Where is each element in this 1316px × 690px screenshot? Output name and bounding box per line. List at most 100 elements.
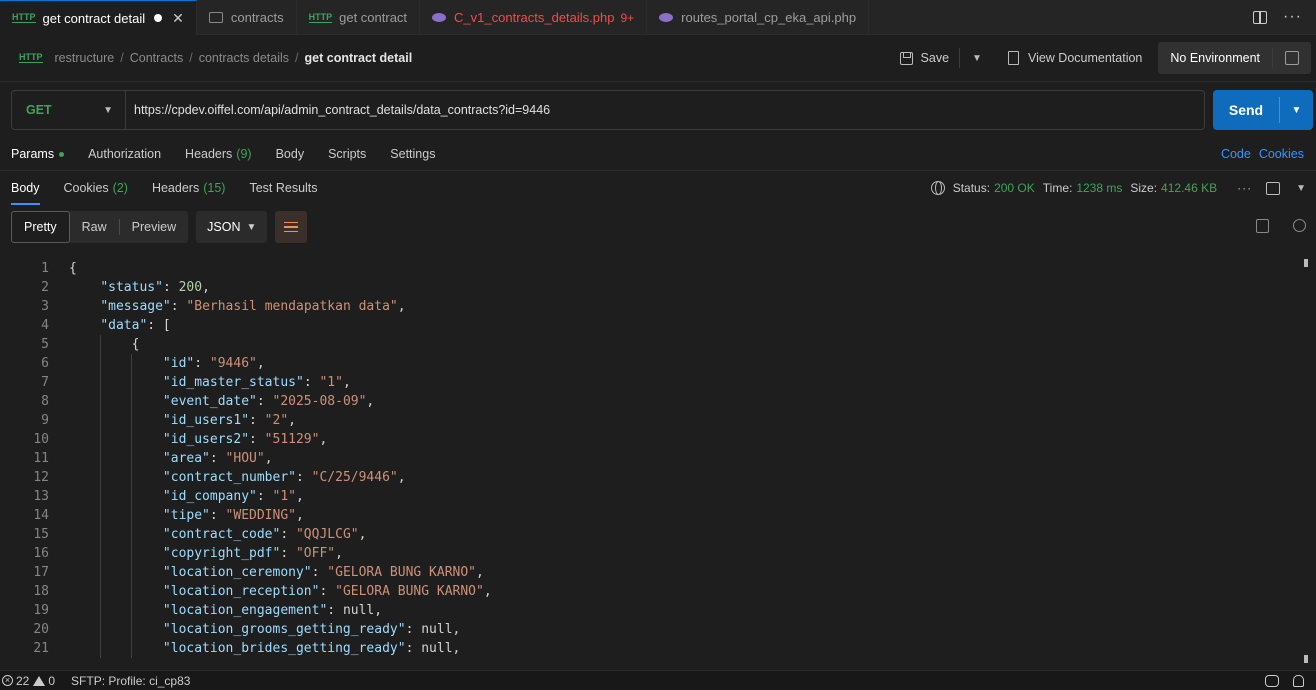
request-url-bar: GET ▼ xyxy=(11,90,1205,130)
status-value[interactable]: 200 OK xyxy=(994,181,1035,195)
tab-contracts[interactable]: contracts xyxy=(197,0,297,35)
time-value[interactable]: 1238 ms xyxy=(1076,181,1122,195)
line-number: 8 xyxy=(41,394,49,409)
send-options-chevron-down-icon[interactable]: ▼ xyxy=(1280,105,1313,116)
response-body-editor[interactable]: 1{2 "status": 200, 3 "message": "Berhasil… xyxy=(0,259,1316,663)
network-globe-icon[interactable] xyxy=(930,181,945,195)
json-punctuation: : xyxy=(280,546,296,561)
sftp-label: SFTP: Profile: ci_cp83 xyxy=(71,673,191,688)
json-punctuation: : xyxy=(405,641,422,656)
breadcrumb-item[interactable]: contracts details xyxy=(199,51,289,65)
collapse-chevron-down-icon[interactable]: ▼ xyxy=(1296,183,1306,194)
save-button[interactable]: Save xyxy=(890,51,960,65)
tab-authorization[interactable]: Authorization xyxy=(88,138,161,171)
environment-quick-look-icon[interactable] xyxy=(1285,51,1299,65)
format-select[interactable]: JSON ▼ xyxy=(196,211,268,243)
code-line: 12 "contract_number": "C/25/9446", xyxy=(0,468,1316,487)
problems-indicator[interactable]: × 22 0 xyxy=(2,674,55,688)
environment-selector[interactable]: No Environment xyxy=(1158,42,1311,74)
cookies-link[interactable]: Cookies xyxy=(1259,147,1304,161)
pretty-button[interactable]: Pretty xyxy=(11,211,70,243)
json-string: "QQJLCG" xyxy=(295,527,359,542)
editor-scrollbar[interactable] xyxy=(1304,259,1308,663)
line-number: 13 xyxy=(33,489,49,504)
page-title[interactable]: get contract detail xyxy=(305,51,413,65)
json-key: "copyright_pdf" xyxy=(162,546,281,561)
code-content: "contract_number": "C/25/9446", xyxy=(49,468,406,487)
chevron-down-icon: ▼ xyxy=(103,104,113,116)
json-key: "data" xyxy=(100,318,148,333)
tab-get-contract[interactable]: HTTP get contract xyxy=(297,0,421,35)
indent-guide xyxy=(100,639,101,658)
wrap-lines-icon xyxy=(284,226,299,228)
close-icon[interactable]: ✕ xyxy=(172,10,184,27)
response-tools xyxy=(1256,219,1306,233)
url-input[interactable] xyxy=(126,91,1204,129)
split-editor-icon[interactable] xyxy=(1253,10,1268,24)
tab-headers[interactable]: Headers (9) xyxy=(185,138,252,171)
tab-response-body[interactable]: Body xyxy=(11,171,40,205)
indent-guide xyxy=(100,373,101,392)
tab-label: get contract xyxy=(339,10,408,25)
view-documentation-button[interactable]: View Documentation xyxy=(994,51,1158,65)
more-actions-icon[interactable]: ··· xyxy=(1283,8,1302,26)
code-content: "area": "HOU", xyxy=(49,449,273,468)
json-punctuation: : xyxy=(256,394,273,409)
search-icon[interactable] xyxy=(1293,219,1306,232)
tab-get-contract-detail[interactable]: HTTP get contract detail ✕ xyxy=(0,0,197,35)
line-number: 21 xyxy=(33,641,49,656)
json-key: "tipe" xyxy=(162,508,210,523)
layout-toggle-icon[interactable] xyxy=(1266,181,1281,195)
wrap-lines-button[interactable] xyxy=(275,211,308,243)
json-key: "status" xyxy=(100,280,163,295)
json-string: "2" xyxy=(264,413,289,428)
breadcrumb-item[interactable]: Contracts xyxy=(130,51,184,65)
tab-test-results[interactable]: Test Results xyxy=(249,171,317,205)
code-link[interactable]: Code xyxy=(1221,147,1251,161)
size-value[interactable]: 412.46 KB xyxy=(1161,181,1217,195)
tab-scripts[interactable]: Scripts xyxy=(328,138,366,171)
save-icon xyxy=(899,51,913,65)
active-indicator-icon xyxy=(59,151,65,157)
bell-icon[interactable] xyxy=(1293,674,1304,687)
json-punctuation: , xyxy=(358,527,367,542)
breadcrumb-item[interactable]: restructure xyxy=(55,51,115,65)
tab-body[interactable]: Body xyxy=(276,138,305,171)
send-button[interactable]: Send ▼ xyxy=(1213,90,1313,130)
editor-tab-bar: HTTP get contract detail ✕ contracts HTT… xyxy=(0,0,1316,35)
json-punctuation: { xyxy=(131,337,140,352)
json-key: "contract_number" xyxy=(162,470,296,485)
tab-label: Settings xyxy=(390,147,436,161)
copilot-icon[interactable] xyxy=(1265,674,1279,687)
code-line: 9 "id_users1": "2", xyxy=(0,411,1316,430)
json-punctuation: , xyxy=(296,508,304,523)
raw-button[interactable]: Raw xyxy=(70,211,119,243)
json-punctuation: , xyxy=(288,413,296,428)
code-line: 16 "copyright_pdf": "OFF", xyxy=(0,544,1316,563)
tab-response-headers[interactable]: Headers (15) xyxy=(152,171,225,205)
json-punctuation: , xyxy=(476,565,484,580)
indent-guide xyxy=(100,354,101,373)
indent-guide xyxy=(131,620,132,639)
tab-label: Body xyxy=(11,181,40,195)
json-punctuation: : xyxy=(170,299,187,314)
request-tab-links: Code Cookies xyxy=(1221,147,1316,161)
tab-response-cookies[interactable]: Cookies (2) xyxy=(64,171,128,205)
code-content: "tipe": "WEDDING", xyxy=(49,506,304,525)
preview-button[interactable]: Preview xyxy=(120,211,188,243)
sftp-profile[interactable]: SFTP: Profile: ci_cp83 xyxy=(65,674,190,688)
http-method-select[interactable]: GET ▼ xyxy=(12,91,126,129)
save-options-chevron-down-icon[interactable]: ▼ xyxy=(960,53,994,64)
tab-c-v1-contracts-details[interactable]: C_v1_contracts_details.php 9+ xyxy=(420,0,648,35)
method-label: GET xyxy=(26,103,52,117)
tab-routes-portal[interactable]: routes_portal_cp_eka_api.php xyxy=(647,0,870,35)
line-number: 6 xyxy=(41,356,49,371)
tab-params[interactable]: Params xyxy=(11,138,65,171)
tab-settings[interactable]: Settings xyxy=(390,138,435,171)
line-number: 15 xyxy=(33,527,49,542)
json-key: "message" xyxy=(100,299,171,314)
more-options-icon[interactable]: ··· xyxy=(1237,181,1252,195)
json-punctuation: : xyxy=(256,489,273,504)
copy-icon[interactable] xyxy=(1256,219,1269,233)
json-string: "9446" xyxy=(209,356,257,371)
